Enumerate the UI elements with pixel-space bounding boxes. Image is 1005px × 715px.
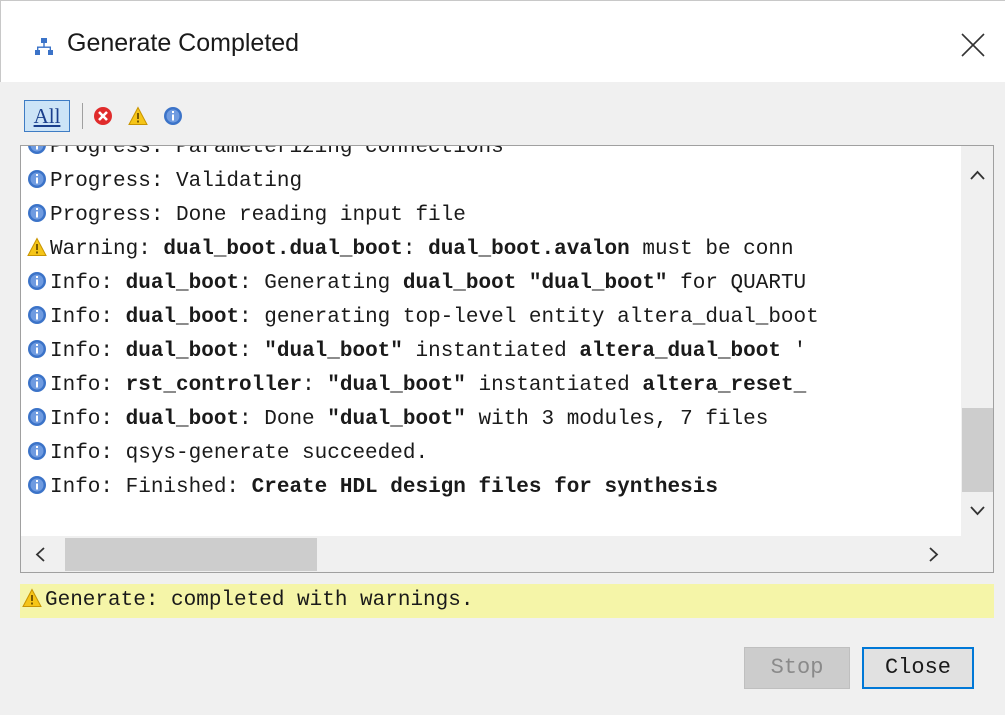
info-icon xyxy=(28,442,46,460)
log-line-segment: dual_boot xyxy=(125,272,240,295)
toolbar-divider xyxy=(82,103,83,129)
scroll-right-icon[interactable] xyxy=(927,546,941,563)
log-line-segment: altera_reset_ xyxy=(642,374,807,397)
info-icon xyxy=(28,340,46,358)
log-line: Info: dual_boot: Done "dual_boot" with 3… xyxy=(27,404,768,436)
info-icon xyxy=(28,272,46,290)
close-icon[interactable] xyxy=(959,31,987,59)
log-line-segment: dual_boot xyxy=(125,408,240,431)
log-line: Progress: Done reading input file xyxy=(27,200,466,232)
log-line-segment: Info: qsys-generate succeeded. xyxy=(50,442,429,465)
log-line-segment: instantiated xyxy=(465,374,643,397)
log-line: Info: dual_boot: Generating dual_boot "d… xyxy=(27,268,806,300)
vertical-scroll-thumb[interactable] xyxy=(962,408,993,492)
log-line: Info: Finished: Create HDL design files … xyxy=(27,472,718,504)
log-line: Warning: dual_boot.dual_boot: dual_boot.… xyxy=(27,234,794,266)
log-line-segment: dual_boot xyxy=(125,306,240,329)
status-text: Generate: completed with warnings. xyxy=(45,589,474,612)
log-line-segment: : xyxy=(239,340,265,363)
log-line-segment: : Done xyxy=(239,408,328,431)
log-line-segment: Progress: Done reading input file xyxy=(50,204,466,227)
log-line-segment: dual_boot.dual_boot xyxy=(163,238,403,261)
log-line: Progress: Validating xyxy=(27,166,302,198)
log-line-segment: Info: Finished: xyxy=(50,476,252,499)
log-line-segment: instantiated xyxy=(402,340,580,363)
log-line-segment: "dual_boot" xyxy=(327,374,466,397)
log-line-segment: dual_boot "dual_boot" xyxy=(402,272,668,295)
log-line: Info: dual_boot: generating top-level en… xyxy=(27,302,819,334)
log-line-segment: : xyxy=(302,374,328,397)
log-line-segment: "dual_boot" xyxy=(327,408,466,431)
log-line-segment: must be conn xyxy=(629,238,794,261)
log-line-segment: ' xyxy=(780,340,807,363)
filter-all-button[interactable]: All xyxy=(24,100,70,132)
horizontal-scroll-thumb[interactable] xyxy=(65,538,317,571)
vertical-scrollbar[interactable] xyxy=(961,146,993,536)
info-icon xyxy=(28,306,46,324)
log-line-segment: "dual_boot" xyxy=(264,340,403,363)
log-line-segment: : generating top-level entity altera_dua… xyxy=(239,306,819,329)
log-line-segment: Info: xyxy=(50,306,126,329)
log-line-segment: with 3 modules, 7 files xyxy=(465,408,769,431)
window-title: Generate Completed xyxy=(67,29,300,57)
log-line-segment: for QUARTU xyxy=(667,272,807,295)
scroll-down-icon[interactable] xyxy=(969,504,986,518)
log-line: Progress: Parameterizing connections xyxy=(27,145,504,164)
log-line-segment: altera_dual_boot xyxy=(579,340,781,363)
log-line-segment: Info: xyxy=(50,408,126,431)
log-line-segment: : Generating xyxy=(239,272,403,295)
stop-button[interactable]: Stop xyxy=(744,647,850,689)
info-icon xyxy=(28,408,46,426)
log-line-segment: Info: xyxy=(50,340,126,363)
log-line-segment: dual_boot.avalon xyxy=(428,238,630,261)
info-icon xyxy=(28,146,46,154)
scroll-up-icon[interactable] xyxy=(969,168,986,182)
status-bar: Generate: completed with warnings. xyxy=(20,584,994,618)
close-button[interactable]: Close xyxy=(862,647,974,689)
log-panel: Progress: Parameterizing connections Prog… xyxy=(20,145,994,573)
info-icon xyxy=(28,476,46,494)
error-filter-icon[interactable] xyxy=(93,106,113,126)
info-icon xyxy=(28,204,46,222)
scrollbar-corner xyxy=(961,536,993,572)
warning-icon xyxy=(27,237,47,256)
log-line-segment: dual_boot xyxy=(125,340,240,363)
scroll-left-icon[interactable] xyxy=(33,546,47,563)
log-line-segment: Info: xyxy=(50,272,126,295)
horizontal-scrollbar[interactable] xyxy=(21,536,961,572)
info-icon xyxy=(28,170,46,188)
log-line: Info: dual_boot: "dual_boot" instantiate… xyxy=(27,336,806,368)
log-line-segment: Progress: Parameterizing connections xyxy=(50,145,504,159)
hierarchy-icon xyxy=(35,38,53,55)
info-filter-icon[interactable] xyxy=(163,106,183,126)
warning-icon xyxy=(22,588,42,607)
log-line: Info: qsys-generate succeeded. xyxy=(27,438,428,470)
log-line-segment: : xyxy=(402,238,429,261)
log-line-segment: Create HDL design files for synthesis xyxy=(251,476,718,499)
log-line: Info: rst_controller: "dual_boot" instan… xyxy=(27,370,806,402)
log-line-segment: rst_controller xyxy=(125,374,303,397)
log-line-segment: Info: xyxy=(50,374,126,397)
log-line-segment: Warning: xyxy=(50,238,164,261)
title-bar: Generate Completed xyxy=(0,0,1005,82)
info-icon xyxy=(28,374,46,392)
warning-filter-icon[interactable] xyxy=(128,106,148,126)
log-line-segment: Progress: Validating xyxy=(50,170,303,193)
